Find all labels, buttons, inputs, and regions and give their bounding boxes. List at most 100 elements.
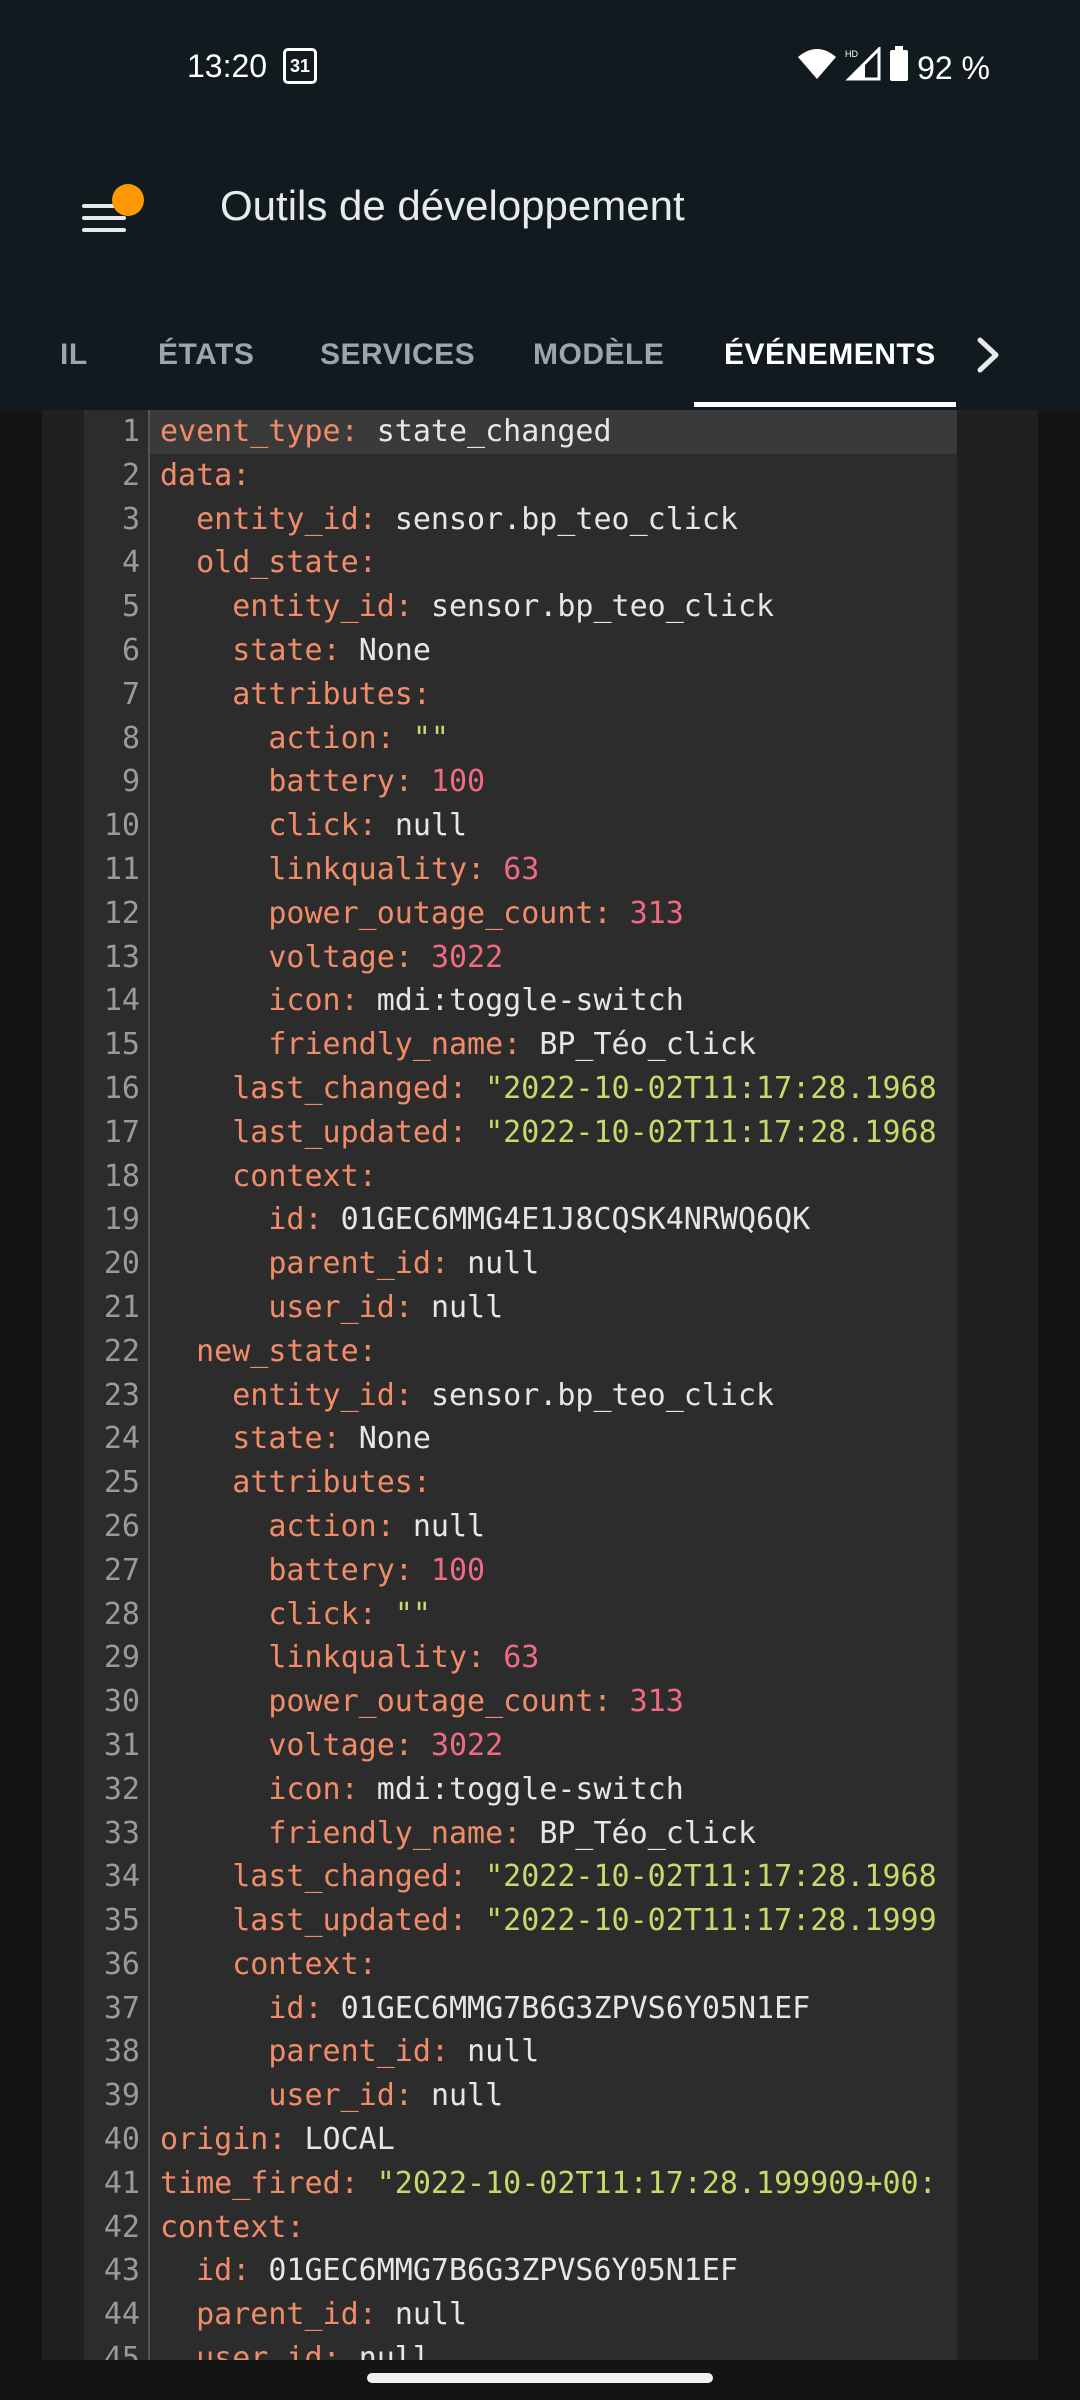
code-line[interactable]: linkquality: 63 — [150, 848, 957, 892]
status-icons: HD 92 % — [797, 45, 990, 90]
yaml-key: icon — [268, 1771, 341, 1807]
yaml-colon: : — [358, 1946, 377, 1982]
code-line[interactable]: linkquality: 63 — [150, 1636, 957, 1680]
code-line[interactable]: id: 01GEC6MMG7B6G3ZPVS6Y05N1EF — [150, 1987, 957, 2031]
code-line[interactable]: new_state: — [150, 1330, 957, 1374]
line-number: 31 — [103, 1727, 140, 1763]
tab-modele[interactable]: MODÈLE — [533, 300, 664, 410]
code-line[interactable]: user_id: null — [150, 2074, 957, 2118]
code-line[interactable]: click: "" — [150, 1593, 957, 1637]
yaml-key: parent_id — [196, 2297, 359, 2333]
yaml-colon: : — [412, 676, 431, 712]
yaml-editor[interactable]: 1 2 3 4 5 6 7 8 9 10 11 12 13 14 15 16 17 18 19 20 21 22 23 24 2… — [84, 410, 957, 2360]
code-line[interactable]: action: "" — [150, 717, 957, 761]
tab-etats[interactable]: ÉTATS — [158, 300, 254, 410]
code-line[interactable]: last_changed: "2022-10-02T11:17:28.1968 — [150, 1067, 957, 1111]
code-line[interactable]: entity_id: sensor.bp_teo_click — [150, 1374, 957, 1418]
code-line[interactable]: power_outage_count: 313 — [150, 1680, 957, 1724]
code-line[interactable]: friendly_name: BP_Téo_click — [150, 1023, 957, 1067]
gesture-handle[interactable] — [367, 2373, 713, 2383]
code-line[interactable]: icon: mdi:toggle-switch — [150, 979, 957, 1023]
line-number: 25 — [103, 1465, 140, 1501]
yaml-colon: : — [394, 2078, 413, 2114]
yaml-key: last_changed — [232, 1070, 449, 1106]
line-number: 17 — [103, 1114, 140, 1150]
yaml-value: 01GEC6MMG4E1J8CQSK4NRWQ6QK — [340, 1202, 811, 1238]
line-number: 8 — [121, 720, 140, 756]
code-line[interactable]: attributes: — [150, 1461, 957, 1505]
code-line[interactable]: icon: mdi:toggle-switch — [150, 1768, 957, 1812]
code-line[interactable]: user_id: null — [150, 1286, 957, 1330]
menu-button[interactable] — [78, 184, 144, 244]
menu-icon-line — [82, 216, 126, 220]
code-line[interactable]: context: — [150, 2206, 957, 2250]
yaml-colon: : — [430, 1246, 449, 1282]
code-line[interactable]: friendly_name: BP_Téo_click — [150, 1812, 957, 1856]
yaml-colon: : — [322, 1421, 341, 1457]
tab-il[interactable]: IL — [60, 300, 88, 410]
yaml-colon: : — [449, 1859, 468, 1895]
code-line[interactable]: last_updated: "2022-10-02T11:17:28.1999 — [150, 1899, 957, 1943]
code-line[interactable]: parent_id: null — [150, 2030, 957, 2074]
code-line[interactable]: battery: 100 — [150, 760, 957, 804]
code-line[interactable]: last_changed: "2022-10-02T11:17:28.1968 — [150, 1855, 957, 1899]
code-line[interactable]: attributes: — [150, 673, 957, 717]
tab-evenements[interactable]: ÉVÉNEMENTS — [724, 300, 936, 410]
wifi-icon — [797, 47, 837, 89]
code-line[interactable]: state: None — [150, 1417, 957, 1461]
tab-services[interactable]: SERVICES — [320, 300, 475, 410]
code-line[interactable]: user_id: null — [150, 2337, 957, 2360]
code-line[interactable]: last_updated: "2022-10-02T11:17:28.1968 — [150, 1111, 957, 1155]
yaml-value: "2022-10-02T11:17:28.1968 — [485, 1114, 937, 1150]
code-line[interactable]: id: 01GEC6MMG4E1J8CQSK4NRWQ6QK — [150, 1198, 957, 1242]
yaml-value: null — [467, 2034, 540, 2070]
code-line[interactable]: click: null — [150, 804, 957, 848]
code-line[interactable]: entity_id: sensor.bp_teo_click — [150, 585, 957, 629]
code-line[interactable]: state: None — [150, 629, 957, 673]
yaml-value: 01GEC6MMG7B6G3ZPVS6Y05N1EF — [268, 2253, 738, 2289]
yaml-value: BP_Téo_click — [539, 1815, 757, 1851]
line-number: 38 — [103, 2034, 140, 2070]
code-line[interactable]: power_outage_count: 313 — [150, 892, 957, 936]
code-line[interactable]: id: 01GEC6MMG7B6G3ZPVS6Y05N1EF — [150, 2249, 957, 2293]
active-tab-indicator — [694, 402, 956, 407]
code-area[interactable]: event_type: state_changed data: entity_id… — [150, 410, 957, 2360]
yaml-value: 3022 — [430, 1727, 504, 1763]
chevron-right-icon[interactable] — [968, 330, 1008, 380]
code-line[interactable]: data: — [150, 454, 957, 498]
yaml-colon: : — [593, 1684, 612, 1720]
code-line[interactable]: event_type: state_changed — [150, 410, 957, 454]
code-line[interactable]: origin: LOCAL — [150, 2118, 957, 2162]
yaml-key: user_id — [268, 2078, 395, 2114]
code-line[interactable]: parent_id: null — [150, 1242, 957, 1286]
code-line[interactable]: voltage: 3022 — [150, 1724, 957, 1768]
code-line[interactable]: context: — [150, 1943, 957, 1987]
yaml-key: attributes — [232, 1465, 413, 1501]
yaml-colon: : — [430, 2034, 449, 2070]
code-line[interactable]: action: null — [150, 1505, 957, 1549]
code-line[interactable]: entity_id: sensor.bp_teo_click — [150, 498, 957, 542]
code-line[interactable]: time_fired: "2022-10-02T11:17:28.199909+… — [150, 2162, 957, 2206]
code-line[interactable]: voltage: 3022 — [150, 936, 957, 980]
yaml-key: attributes — [232, 676, 413, 712]
yaml-key: old_state — [196, 545, 359, 581]
line-number: 11 — [103, 851, 140, 887]
code-line[interactable]: context: — [150, 1155, 957, 1199]
yaml-colon: : — [358, 501, 377, 537]
code-line[interactable]: old_state: — [150, 541, 957, 585]
code-line[interactable]: battery: 100 — [150, 1549, 957, 1593]
battery-icon — [889, 46, 909, 90]
yaml-key: id — [268, 1990, 305, 2026]
code-line[interactable]: parent_id: null — [150, 2293, 957, 2337]
yaml-colon: : — [394, 1727, 413, 1763]
